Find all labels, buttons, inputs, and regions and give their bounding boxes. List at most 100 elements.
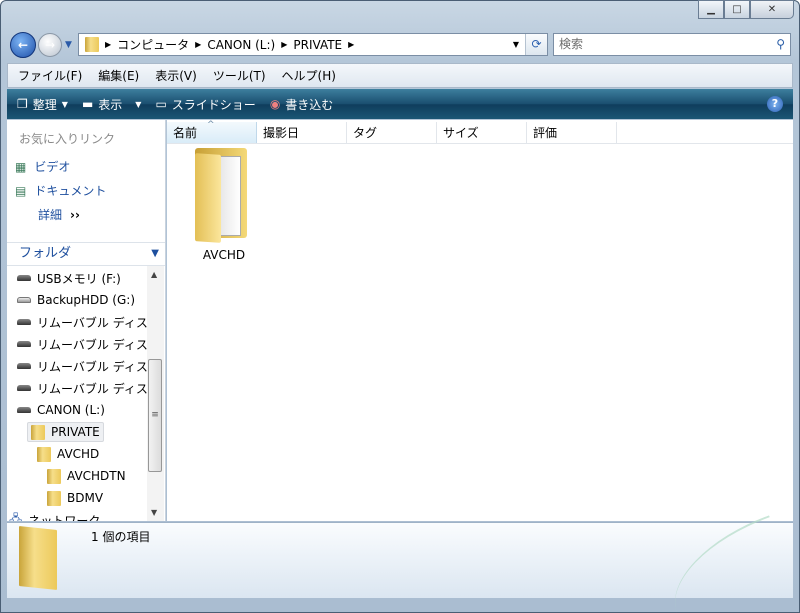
menu-bar: ファイル(F) 編集(E) 表示(V) ツール(T) ヘルプ(H) (7, 63, 793, 88)
tree-item[interactable]: AVCHD (37, 444, 99, 464)
scroll-thumb[interactable]: ≡ (148, 359, 162, 472)
breadcrumb-computer[interactable]: コンピュータ (117, 36, 189, 53)
search-icon[interactable]: ⚲ (776, 34, 785, 55)
folders-label: フォルダ (19, 246, 72, 261)
folder-icon (19, 526, 57, 590)
folder-icon (47, 468, 61, 484)
refresh-button[interactable]: ⟳ (525, 34, 547, 55)
back-button[interactable]: ← (10, 32, 36, 58)
tree-item[interactable]: リムーバブル ディスク (17, 356, 147, 376)
burn-button[interactable]: ◉ 書き込む (270, 96, 334, 113)
item-count: 1 個の項目 (91, 530, 151, 544)
tree-item[interactable]: USBメモリ (F:) (17, 268, 121, 288)
folder-icon (31, 424, 45, 440)
organize-icon: ❐ (17, 97, 28, 111)
breadcrumb-arrow-icon[interactable]: ▶ (281, 40, 287, 49)
slideshow-label: スライドショー (171, 97, 256, 112)
close-button[interactable]: ✕ (750, 0, 794, 19)
document-icon: ▤ (15, 183, 27, 198)
recent-pages-dropdown[interactable]: ▼ (65, 40, 72, 50)
search-placeholder: 検索 (559, 37, 584, 51)
scroll-up-icon[interactable]: ▲ (151, 270, 157, 279)
menu-file[interactable]: ファイル(F) (18, 67, 82, 84)
tree-item[interactable]: CANON (L:) (17, 400, 105, 420)
breadcrumb-arrow-icon[interactable]: ▶ (105, 40, 111, 49)
sort-ascending-icon: ^ (207, 120, 215, 130)
organize-label: 整理 (32, 97, 57, 112)
menu-view[interactable]: 表示(V) (155, 67, 197, 84)
tree-item-label: CANON (L:) (37, 403, 105, 417)
tree-item[interactable]: リムーバブル ディスク (17, 334, 147, 354)
drive-icon (17, 363, 31, 369)
minimize-button[interactable]: ▁ (698, 0, 724, 19)
link-label: ドキュメント (34, 184, 107, 198)
chevron-down-icon[interactable]: ▼ (151, 243, 159, 265)
tree-item-label: AVCHDTN (67, 469, 126, 483)
breadcrumb-canon[interactable]: CANON (L:) (207, 38, 275, 52)
details-pane: 1 個の項目 (7, 515, 793, 613)
disc-icon: ◉ (269, 97, 281, 111)
drive-icon (17, 407, 31, 413)
link-label: ビデオ (34, 160, 71, 174)
favorites-header: お気に入りリンク (19, 132, 116, 146)
video-icon: ▦ (15, 159, 27, 174)
menu-tools[interactable]: ツール(T) (213, 67, 266, 84)
network-icon: 🖧 (9, 511, 23, 522)
column-headers: ^ 名前 撮影日 タグ サイズ 評価 (167, 120, 793, 144)
tree-item-label: BackupHDD (G:) (37, 293, 136, 307)
view-button[interactable]: ▬ 表示 ▼ (82, 96, 142, 113)
tree-item-label: USBメモリ (F:) (37, 271, 121, 286)
slideshow-button[interactable]: ▭ スライドショー (155, 96, 255, 113)
file-list: ^ 名前 撮影日 タグ サイズ 評価 AVCHD (167, 120, 793, 521)
tree-item-label: AVCHD (57, 447, 100, 461)
tree-item[interactable]: PRIVATE (27, 422, 104, 442)
folder-tree: USBメモリ (F:) BackupHDD (G:) リムーバブル ディスクリムーバ… (7, 266, 147, 522)
tree-item[interactable]: AVCHDTN (47, 466, 126, 486)
column-tags[interactable]: タグ (347, 122, 437, 143)
view-label: 表示 (98, 97, 123, 112)
organize-button[interactable]: ❐ 整理 ▼ (17, 96, 68, 113)
view-icon: ▬ (81, 97, 94, 111)
drive-icon (17, 341, 31, 347)
tree-scrollbar[interactable]: ▲ ≡ ▼ (147, 266, 164, 521)
tree-item-label: リムーバブル ディスク (37, 337, 147, 352)
help-icon[interactable]: ? (767, 96, 783, 112)
column-rating[interactable]: 評価 (527, 122, 617, 143)
slideshow-icon: ▭ (155, 97, 167, 111)
tree-item-label: リムーバブル ディスク (37, 315, 147, 330)
favorite-link-documents[interactable]: ▤ ドキュメント (15, 182, 106, 199)
tree-item[interactable]: リムーバブル ディスク (17, 312, 147, 332)
tree-item[interactable]: BDMV (47, 488, 103, 508)
maximize-button[interactable]: □ (724, 0, 750, 19)
scroll-down-icon[interactable]: ▼ (151, 508, 157, 517)
breadcrumb-private[interactable]: PRIVATE (293, 38, 342, 52)
breadcrumb-arrow-icon[interactable]: ▶ (348, 40, 354, 49)
address-bar[interactable]: ▶ コンピュータ ▶ CANON (L:) ▶ PRIVATE ▶ ▼ ⟳ (78, 33, 548, 56)
tree-item[interactable]: BackupHDD (G:) (17, 290, 135, 310)
tree-item[interactable]: リムーバブル ディスク (17, 378, 147, 398)
command-bar: ❐ 整理 ▼ ▬ 表示 ▼ ▭ スライドショー ◉ 書き込む ? (7, 89, 793, 119)
folder-icon (37, 446, 51, 462)
folder-item-avchd[interactable]: AVCHD (179, 146, 269, 262)
column-size[interactable]: サイズ (437, 122, 527, 143)
breadcrumb-arrow-icon[interactable]: ▶ (195, 40, 201, 49)
favorite-link-more[interactable]: 詳細 ›› (38, 206, 80, 223)
menu-edit[interactable]: 編集(E) (98, 67, 139, 84)
favorite-link-videos[interactable]: ▦ ビデオ (15, 158, 70, 175)
tree-item-label: ネットワーク (28, 513, 101, 522)
link-label: 詳細 (38, 208, 63, 222)
tree-item-label: BDMV (67, 491, 104, 505)
forward-button[interactable]: → (38, 33, 62, 57)
search-input[interactable]: 検索 ⚲ (553, 33, 791, 56)
column-date[interactable]: 撮影日 (257, 122, 347, 143)
tree-item[interactable]: 🖧 ネットワーク (9, 510, 101, 522)
menu-help[interactable]: ヘルプ(H) (282, 67, 336, 84)
folders-header[interactable]: フォルダ ▼ (7, 242, 165, 266)
hdd-icon (17, 297, 31, 303)
folder-icon (189, 146, 259, 243)
folder-icon (47, 490, 61, 506)
burn-label: 書き込む (285, 97, 334, 112)
address-dropdown-icon[interactable]: ▼ (513, 40, 519, 49)
column-name[interactable]: ^ 名前 (167, 120, 257, 143)
tree-item-label: PRIVATE (51, 425, 100, 439)
